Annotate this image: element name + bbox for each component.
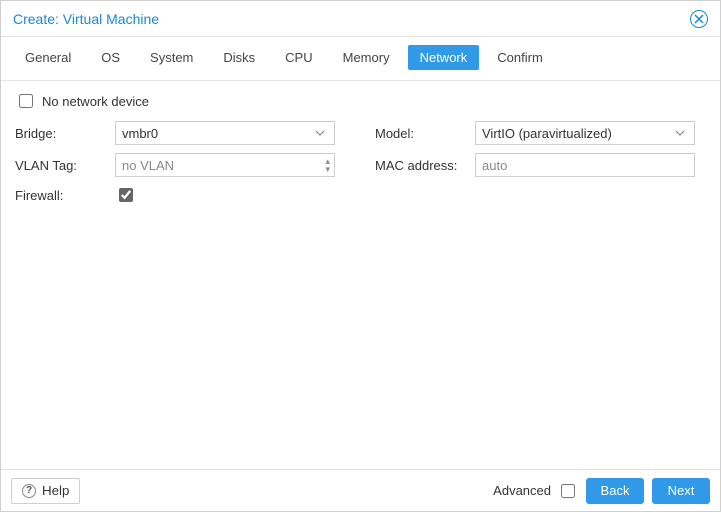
chevron-down-icon xyxy=(672,130,688,136)
advanced-checkbox[interactable] xyxy=(561,484,575,498)
tab-memory[interactable]: Memory xyxy=(331,45,402,70)
tab-network[interactable]: Network xyxy=(408,45,480,70)
tab-system[interactable]: System xyxy=(138,45,205,70)
advanced-label: Advanced xyxy=(493,483,551,498)
advanced-toggle[interactable]: Advanced xyxy=(493,481,578,501)
window-title: Create: Virtual Machine xyxy=(13,11,159,27)
close-icon[interactable] xyxy=(690,10,708,28)
firewall-cell xyxy=(115,185,335,205)
help-button[interactable]: ? Help xyxy=(11,478,80,504)
help-label: Help xyxy=(42,483,69,498)
bridge-label: Bridge: xyxy=(15,126,115,141)
back-button[interactable]: Back xyxy=(586,478,644,504)
next-button[interactable]: Next xyxy=(652,478,710,504)
vlan-label: VLAN Tag: xyxy=(15,158,115,173)
tab-cpu[interactable]: CPU xyxy=(273,45,324,70)
create-vm-window: Create: Virtual Machine General OS Syste… xyxy=(0,0,721,512)
no-network-row: No network device xyxy=(15,91,706,111)
tab-os[interactable]: OS xyxy=(89,45,132,70)
tab-disks[interactable]: Disks xyxy=(211,45,267,70)
model-combobox[interactable]: VirtIO (paravirtualized) xyxy=(475,121,695,145)
bridge-value: vmbr0 xyxy=(122,126,312,141)
tab-general[interactable]: General xyxy=(13,45,83,70)
vlan-placeholder: no VLAN xyxy=(122,158,325,173)
firewall-label: Firewall: xyxy=(15,188,115,203)
chevron-down-icon xyxy=(312,130,328,136)
network-panel: No network device Bridge: vmbr0 Model: V… xyxy=(1,81,720,469)
no-network-label: No network device xyxy=(42,94,149,109)
model-label: Model: xyxy=(375,126,475,141)
mac-label: MAC address: xyxy=(375,158,475,173)
network-form: Bridge: vmbr0 Model: VirtIO (paravirtual… xyxy=(15,121,706,205)
footer: ? Help Advanced Back Next xyxy=(1,469,720,511)
no-network-checkbox[interactable] xyxy=(19,94,33,108)
model-value: VirtIO (paravirtualized) xyxy=(482,126,672,141)
titlebar: Create: Virtual Machine xyxy=(1,1,720,37)
spinner-icon: ▴▾ xyxy=(325,157,330,173)
tab-confirm[interactable]: Confirm xyxy=(485,45,555,70)
mac-input[interactable]: auto xyxy=(475,153,695,177)
vlan-spinner[interactable]: no VLAN ▴▾ xyxy=(115,153,335,177)
firewall-checkbox[interactable] xyxy=(119,188,133,202)
bridge-combobox[interactable]: vmbr0 xyxy=(115,121,335,145)
help-icon: ? xyxy=(22,484,36,498)
mac-placeholder: auto xyxy=(482,158,688,173)
wizard-tabs: General OS System Disks CPU Memory Netwo… xyxy=(1,37,720,81)
